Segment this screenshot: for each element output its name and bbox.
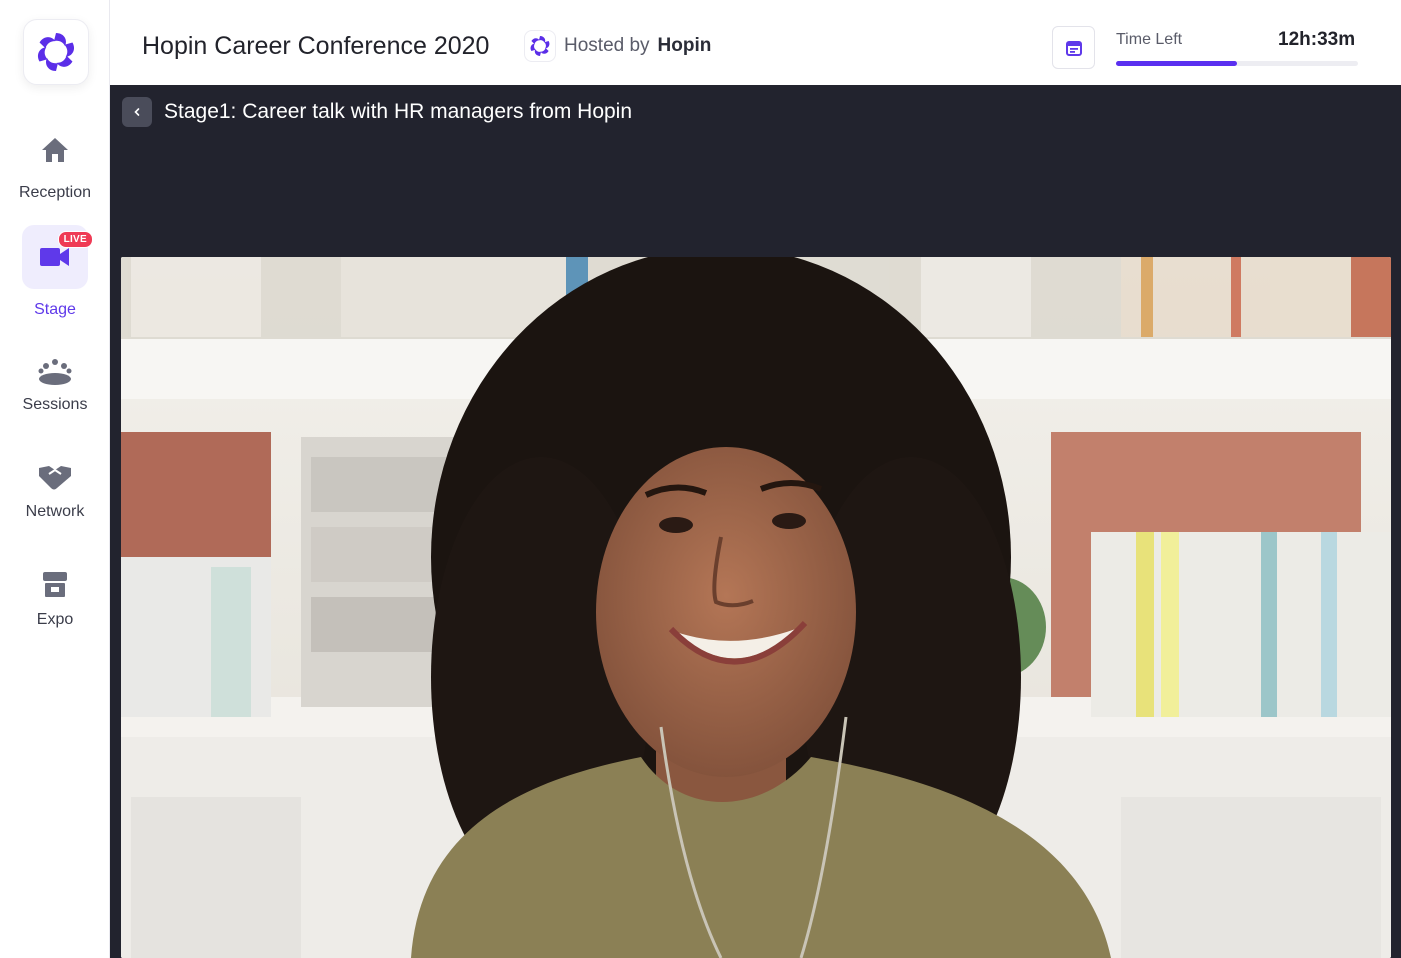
time-left-progress-fill xyxy=(1116,61,1237,66)
time-left-progress xyxy=(1116,61,1358,66)
back-button[interactable] xyxy=(122,97,152,127)
app-window: Reception LIVE Stage Sessions Network Ex… xyxy=(0,0,1401,958)
chevron-left-icon xyxy=(134,108,140,116)
sidebar-item-expo[interactable]: Expo xyxy=(0,553,110,629)
sidebar-item-label: Reception xyxy=(18,184,92,201)
hopin-logo-icon xyxy=(37,33,75,71)
sidebar-item-network[interactable]: Network xyxy=(0,445,110,521)
speaker-video-frame xyxy=(121,257,1391,958)
sidebar: Reception LIVE Stage Sessions Network Ex… xyxy=(0,0,110,958)
stage-title: Stage1: Career talk with HR managers fro… xyxy=(164,100,633,123)
host-info: Hosted by Hopin xyxy=(524,30,711,62)
host-logo xyxy=(524,30,556,62)
calendar-icon xyxy=(1065,40,1082,56)
home-icon xyxy=(42,138,68,162)
hosted-by-label: Hosted by xyxy=(564,35,650,56)
hopin-logo-icon xyxy=(530,36,550,56)
store-icon xyxy=(43,572,67,597)
handshake-icon xyxy=(39,466,71,490)
group-icon xyxy=(38,359,72,385)
stage-area: Stage1: Career talk with HR managers fro… xyxy=(110,85,1401,958)
host-name[interactable]: Hopin xyxy=(658,35,712,57)
sidebar-item-reception[interactable]: Reception xyxy=(0,118,110,202)
hopin-logo[interactable] xyxy=(23,19,89,85)
sidebar-item-label: Stage xyxy=(34,301,76,318)
time-left-value: 12h:33m xyxy=(1278,29,1356,50)
time-left-label: Time Left xyxy=(1116,31,1183,48)
sidebar-item-sessions[interactable]: Sessions xyxy=(0,340,110,414)
live-badge: LIVE xyxy=(57,231,93,248)
sidebar-item-stage[interactable]: LIVE Stage xyxy=(0,225,110,319)
video-player[interactable] xyxy=(121,257,1391,958)
event-title: Hopin Career Conference 2020 xyxy=(142,32,490,60)
event-header: Hopin Career Conference 2020 Hosted by H… xyxy=(110,0,1401,85)
schedule-button[interactable] xyxy=(1052,26,1095,69)
